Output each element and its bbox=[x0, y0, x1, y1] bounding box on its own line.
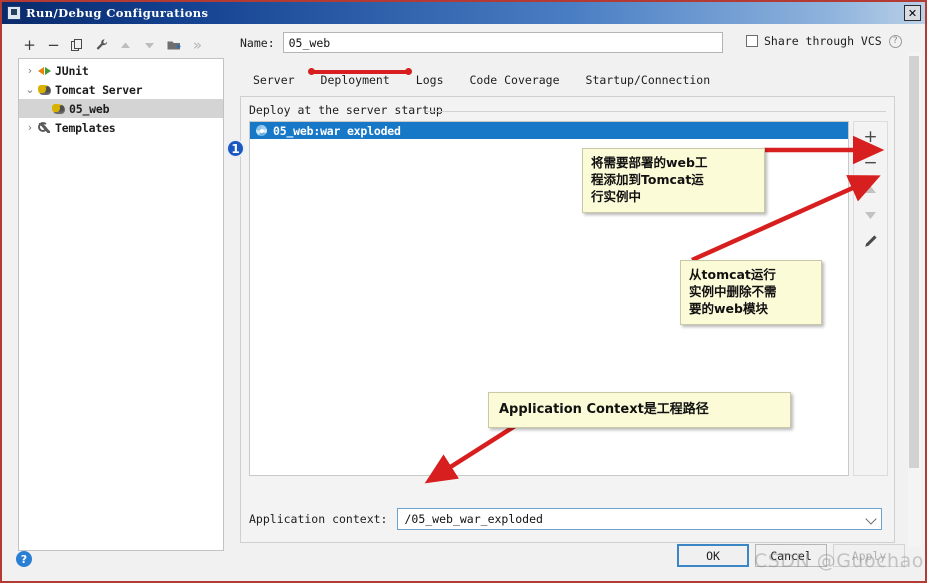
edit-templates-button[interactable] bbox=[90, 34, 113, 56]
remove-configuration-button[interactable]: − bbox=[42, 34, 65, 56]
chevron-down-icon[interactable] bbox=[865, 513, 878, 525]
application-context-row: Application context: /05_web_war_explode… bbox=[249, 508, 883, 530]
help-button[interactable]: ? bbox=[16, 551, 32, 567]
move-down-button[interactable] bbox=[138, 34, 161, 56]
move-into-folder-button[interactable] bbox=[162, 34, 185, 56]
tomcat-icon bbox=[51, 102, 67, 116]
remove-artifact-button[interactable]: − bbox=[860, 153, 882, 173]
add-configuration-button[interactable]: + bbox=[18, 34, 41, 56]
tree-item-tomcat-server[interactable]: ⌄ Tomcat Server bbox=[19, 80, 223, 99]
move-up-button[interactable] bbox=[114, 34, 137, 56]
close-icon[interactable]: ✕ bbox=[904, 5, 921, 21]
scrollbar-thumb[interactable] bbox=[909, 56, 919, 468]
copy-configuration-button[interactable] bbox=[66, 34, 89, 56]
status-badge: 1 bbox=[226, 139, 245, 158]
annotation-note-remove-artifact: 从tomcat运行 实例中删除不需 要的web模块 bbox=[680, 260, 822, 325]
run-debug-configurations-dialog: Run/Debug Configurations ✕ + − » › JUnit… bbox=[0, 0, 927, 583]
name-input[interactable] bbox=[282, 32, 723, 53]
annotation-note-add-artifact: 将需要部署的web工 程添加到Tomcat运 行实例中 bbox=[582, 148, 765, 213]
dialog-scrollbar[interactable] bbox=[908, 52, 921, 547]
more-options-button[interactable]: » bbox=[186, 34, 209, 56]
idea-window-icon bbox=[7, 6, 21, 20]
application-context-label: Application context: bbox=[249, 512, 388, 526]
configurations-toolbar: + − » bbox=[18, 32, 223, 58]
name-row: Name: bbox=[240, 32, 723, 53]
tab-startup-connection[interactable]: Startup/Connection bbox=[573, 67, 724, 93]
title-bar: Run/Debug Configurations ✕ bbox=[2, 2, 925, 24]
artifact-label: 05_web:war exploded bbox=[273, 123, 401, 138]
configurations-tree[interactable]: › JUnit ⌄ Tomcat Server 05_web › Templat… bbox=[18, 58, 224, 551]
share-through-vcs-label: Share through VCS bbox=[764, 34, 882, 48]
collapse-chevron-icon[interactable]: ⌄ bbox=[23, 83, 37, 96]
add-artifact-button[interactable]: + bbox=[860, 127, 882, 147]
move-artifact-up-button[interactable] bbox=[860, 179, 882, 199]
tomcat-icon bbox=[37, 83, 53, 97]
artifacts-side-toolbar: + − bbox=[853, 121, 888, 476]
legend-divider bbox=[426, 111, 886, 112]
wrench-icon bbox=[37, 121, 53, 135]
share-through-vcs-checkbox[interactable] bbox=[746, 35, 758, 47]
expand-chevron-icon[interactable]: › bbox=[23, 64, 37, 77]
watermark: CSDN @GuochaoHN bbox=[754, 550, 925, 572]
tree-item-junit[interactable]: › JUnit bbox=[19, 61, 223, 80]
deploy-at-startup-legend: Deploy at the server startup bbox=[249, 103, 449, 117]
deployment-tab-marker bbox=[308, 68, 412, 75]
ok-button[interactable]: OK bbox=[677, 544, 749, 567]
window-title: Run/Debug Configurations bbox=[26, 6, 209, 20]
application-context-input[interactable]: /05_web_war_exploded bbox=[397, 508, 883, 530]
marker-bar bbox=[313, 70, 407, 74]
name-label: Name: bbox=[240, 35, 275, 50]
tree-item-label: Tomcat Server bbox=[55, 82, 143, 97]
expand-chevron-icon-2[interactable]: › bbox=[23, 121, 37, 134]
edit-artifact-button[interactable] bbox=[860, 231, 882, 251]
artifact-icon bbox=[255, 124, 268, 137]
help-icon[interactable]: ? bbox=[888, 34, 902, 48]
tree-item-label: JUnit bbox=[55, 63, 89, 78]
share-through-vcs-row: Share through VCS ? bbox=[746, 34, 902, 48]
junit-icon bbox=[37, 64, 53, 78]
annotation-note-application-context: Application Context是工程路径 bbox=[488, 392, 791, 428]
tree-item-05-web[interactable]: 05_web bbox=[19, 99, 223, 118]
tree-item-templates[interactable]: › Templates bbox=[19, 118, 223, 137]
tab-code-coverage[interactable]: Code Coverage bbox=[457, 67, 573, 93]
application-context-value: /05_web_war_exploded bbox=[404, 512, 543, 526]
tab-server[interactable]: Server bbox=[240, 67, 308, 93]
tree-item-label: 05_web bbox=[69, 101, 110, 116]
move-artifact-down-button[interactable] bbox=[860, 205, 882, 225]
tree-item-label: Templates bbox=[55, 120, 116, 135]
list-item[interactable]: 05_web:war exploded bbox=[250, 122, 848, 139]
marker-dot-right bbox=[405, 68, 412, 75]
